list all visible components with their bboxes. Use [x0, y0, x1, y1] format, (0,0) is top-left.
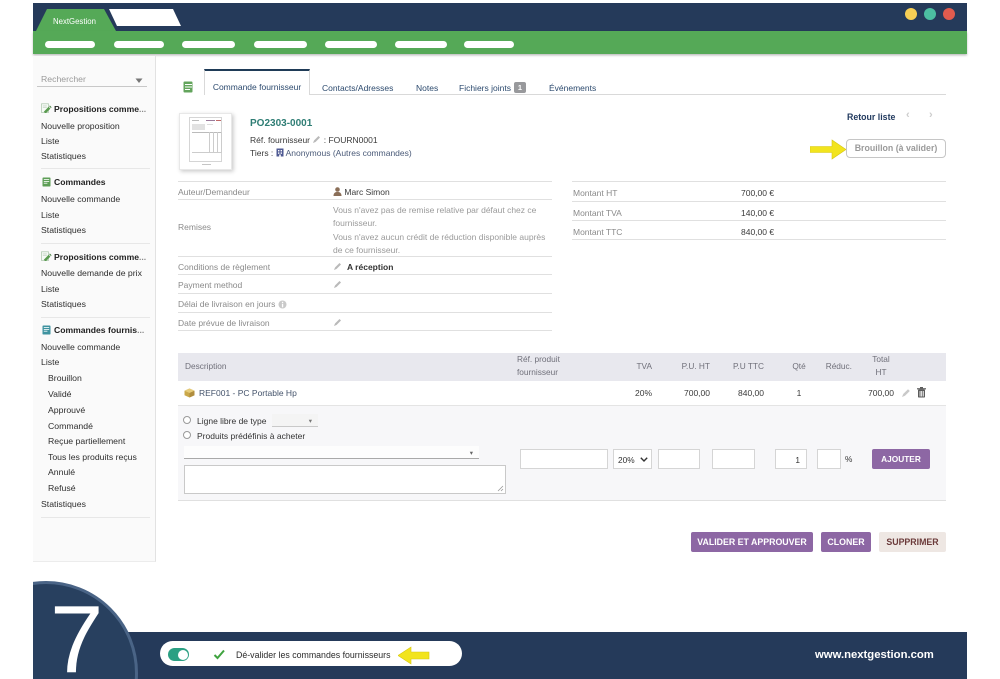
svg-text:NextGestion: NextGestion	[53, 17, 96, 26]
